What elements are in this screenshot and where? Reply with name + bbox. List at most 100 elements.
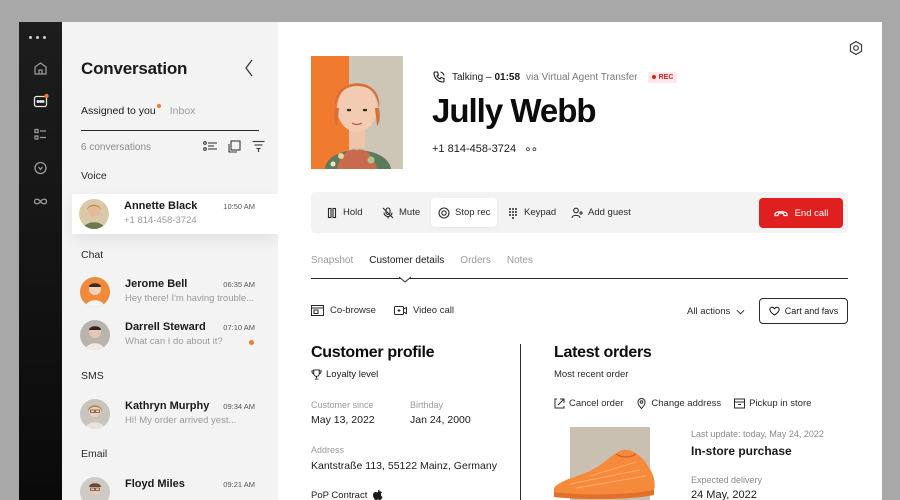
contact-name: Annette Black: [124, 200, 198, 212]
unread-dot: [156, 104, 161, 108]
cancel-order-button[interactable]: Cancel order: [554, 398, 623, 409]
customer-profile-title: Customer profile: [311, 344, 435, 361]
chevron-down-icon: [736, 309, 745, 315]
conversation-item[interactable]: Floyd Miles 09:21 AM: [73, 472, 278, 500]
message-preview: +1 814-458-3724: [124, 215, 197, 226]
add-guest-button[interactable]: Add guest: [564, 198, 638, 227]
conversation-tabs: Assigned to you Inbox: [81, 104, 196, 117]
group-label-email: Email: [81, 448, 108, 460]
conversation-item[interactable]: Jerome Bell 06:35 AM Hey there! I'm havi…: [73, 272, 278, 314]
group-label-sms: SMS: [81, 370, 104, 382]
filter-icon[interactable]: [251, 140, 266, 153]
customer-since-label: Customer since: [311, 400, 374, 410]
customer-photo: [311, 56, 403, 169]
rec-dot-icon: [651, 75, 656, 79]
stop-rec-button[interactable]: Stop rec: [431, 198, 498, 227]
mic-off-icon: [382, 206, 394, 218]
main-panel: Talking – 01:58 via Virtual Agent Transf…: [278, 22, 882, 500]
rec-badge: REC: [647, 71, 678, 83]
change-address-button[interactable]: Change address: [636, 398, 721, 409]
birthday-label: Birthday: [410, 400, 444, 410]
contact-name: Floyd Miles: [125, 478, 185, 490]
bulb-icon[interactable]: [32, 160, 49, 177]
loyalty-level: Loyalty level: [311, 369, 378, 380]
filter-list-icon[interactable]: [203, 140, 218, 153]
pickup-in-store-button[interactable]: Pickup in store: [734, 398, 811, 409]
customer-phone: +1 814-458-3724: [432, 143, 517, 155]
add-user-icon: [571, 207, 583, 218]
tab-orders[interactable]: Orders: [460, 255, 491, 266]
avatar: [80, 399, 110, 429]
contact-name: Darrell Steward: [125, 321, 206, 333]
call-status: Talking – 01:58 via Virtual Agent Transf…: [432, 70, 678, 84]
store-icon: [734, 398, 746, 409]
cart-and-favs-button[interactable]: Cart and favs: [759, 298, 848, 324]
location-pin-icon: [637, 398, 646, 409]
collapse-panel-icon[interactable]: [242, 58, 256, 78]
customer-phone-row: +1 814-458-3724 ∘∘: [432, 142, 538, 156]
latest-orders-title: Latest orders: [554, 344, 652, 361]
message-preview: Hey there! I'm having trouble...: [125, 293, 255, 304]
settings-gear-icon[interactable]: [848, 40, 864, 56]
mute-button[interactable]: Mute: [375, 198, 427, 227]
menu-dots-icon[interactable]: [29, 36, 46, 39]
expected-delivery-value: 24 May, 2022: [691, 489, 757, 500]
apple-icon: [373, 489, 383, 500]
heart-icon: [769, 306, 780, 316]
expected-delivery-label: Expected delivery: [691, 475, 763, 485]
tab-snapshot[interactable]: Snapshot: [311, 255, 353, 266]
product-image-sneaker: [554, 449, 655, 500]
birthday-value: Jan 24, 2000: [410, 414, 471, 426]
hold-button[interactable]: Hold: [319, 198, 370, 227]
conversation-item[interactable]: Kathryn Murphy 09:34 AM Hi! My order arr…: [73, 394, 278, 436]
infinity-icon[interactable]: [32, 193, 49, 210]
message-preview: Hi! My order arrived yest...: [125, 415, 237, 426]
call-via: via Virtual Agent Transfer: [526, 71, 638, 83]
video-icon: [393, 306, 407, 315]
contact-name: Kathryn Murphy: [125, 400, 210, 412]
cancel-order-icon: [554, 398, 565, 409]
contact-name: Jerome Bell: [125, 278, 188, 290]
timestamp: 07:10 AM: [223, 323, 255, 332]
browser-icon: [311, 305, 324, 316]
column-divider: [520, 344, 521, 500]
last-update-label: Last update: today, May 24, 2022: [691, 429, 824, 439]
keypad-icon: [509, 207, 517, 219]
co-browse-button[interactable]: Co-browse: [311, 305, 376, 316]
end-call-button[interactable]: End call: [759, 198, 843, 228]
more-options-icon[interactable]: ∘∘: [524, 142, 538, 156]
nav-rail: [19, 22, 62, 500]
avatar: [79, 199, 109, 229]
pop-contract: PoP Contract: [311, 489, 383, 500]
video-call-button[interactable]: Video call: [393, 305, 454, 316]
timestamp: 09:34 AM: [223, 402, 255, 411]
pause-icon: [327, 207, 337, 218]
secondary-actions: Co-browse Video call: [311, 305, 454, 316]
avatar: [80, 477, 110, 500]
copy-icon[interactable]: [227, 140, 242, 153]
conversation-title: Conversation: [81, 59, 188, 78]
conversation-item[interactable]: Darrell Steward 07:10 AM What can I do a…: [73, 315, 278, 357]
tab-customer-details[interactable]: Customer details: [369, 255, 444, 266]
keypad-button[interactable]: Keypad: [500, 198, 563, 227]
tab-notes[interactable]: Notes: [507, 255, 533, 266]
unread-dot: [249, 340, 254, 345]
home-icon[interactable]: [32, 60, 49, 77]
trophy-icon: [311, 369, 322, 380]
chat-icon[interactable]: [32, 93, 49, 110]
tab-inbox[interactable]: Inbox: [170, 105, 196, 117]
active-tab-caret: [399, 276, 411, 283]
customer-since-value: May 13, 2022: [311, 414, 375, 426]
tab-assigned[interactable]: Assigned to you: [81, 104, 161, 117]
all-actions-dropdown[interactable]: All actions: [687, 306, 745, 317]
detail-tabs: Snapshot Customer details Orders Notes: [311, 255, 549, 266]
phone-call-icon: [433, 71, 445, 83]
order-type: In-store purchase: [691, 444, 792, 458]
timestamp: 06:35 AM: [223, 280, 255, 289]
app-window: Conversation Assigned to you Inbox 6 con…: [19, 22, 882, 500]
timestamp: 09:21 AM: [223, 480, 255, 489]
tab-underline: [81, 130, 259, 131]
address-label: Address: [311, 445, 345, 455]
list-icon[interactable]: [32, 126, 49, 143]
conversation-item[interactable]: Annette Black 10:50 AM +1 814-458-3724: [72, 194, 278, 234]
